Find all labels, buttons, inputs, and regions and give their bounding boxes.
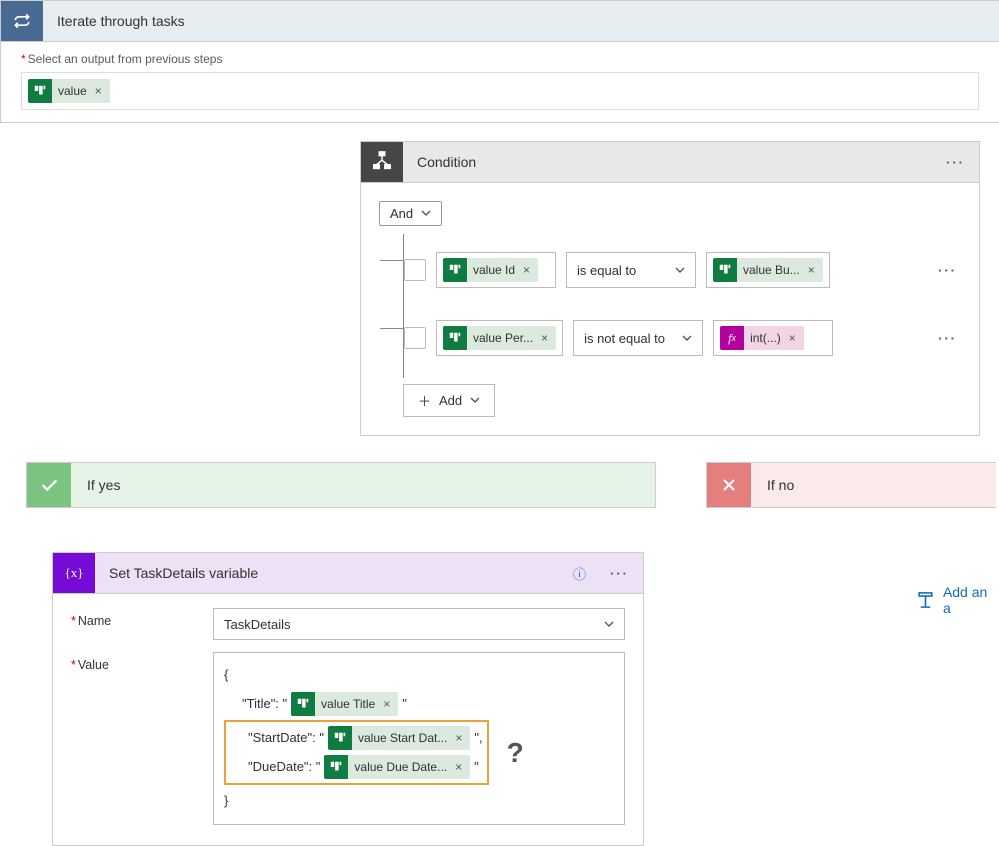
chevron-down-icon <box>470 393 480 408</box>
check-icon <box>27 463 71 507</box>
token-remove[interactable]: × <box>806 263 823 277</box>
left-operand[interactable]: value Per... × <box>436 320 563 356</box>
chevron-down-icon <box>604 617 614 632</box>
token-value-per[interactable]: value Per... × <box>443 326 556 350</box>
help-icon[interactable]: ⓘ <box>563 564 596 583</box>
foreach-title: Iterate through tasks <box>43 13 199 29</box>
name-label: *Name <box>71 608 213 628</box>
token-remove[interactable]: × <box>453 754 470 780</box>
token-remove[interactable]: × <box>93 84 110 98</box>
variable-name-select[interactable]: TaskDetails <box>213 608 625 640</box>
plus-icon: ＋ <box>418 391 431 410</box>
token-value-duedate[interactable]: value Due Date... × <box>324 755 470 779</box>
annotation-question: ? <box>507 722 524 784</box>
add-action-icon <box>916 590 935 610</box>
token-remove[interactable]: × <box>453 725 470 751</box>
add-action-link[interactable]: Add an a <box>916 584 996 616</box>
token-remove[interactable]: × <box>787 331 804 345</box>
planner-icon <box>28 79 52 103</box>
operator-select[interactable]: is equal to <box>566 252 696 288</box>
chevron-down-icon <box>421 206 431 221</box>
group-operator-select[interactable]: And <box>379 201 442 226</box>
branch-container: If yes {x} Set TaskDetails variable ⓘ ··… <box>0 462 999 846</box>
fx-icon: fx <box>720 326 744 350</box>
token-value[interactable]: value × <box>28 79 110 103</box>
condition-card: Condition ··· And value Id × <box>360 141 980 436</box>
condition-header[interactable]: Condition ··· <box>361 142 979 183</box>
branch-yes: If yes {x} Set TaskDetails variable ⓘ ··… <box>26 462 656 846</box>
add-condition-button[interactable]: ＋ Add <box>403 384 495 417</box>
loop-icon <box>1 1 43 41</box>
annotation-highlight: "StartDate": " value Start Dat... × ", <box>224 720 489 785</box>
set-variable-title: Set TaskDetails variable <box>95 565 563 581</box>
right-operand[interactable]: value Bu... × <box>706 252 830 288</box>
row-menu[interactable]: ··· <box>938 263 961 278</box>
row-drag-handle[interactable] <box>404 259 426 281</box>
row-drag-handle[interactable] <box>404 327 426 349</box>
chevron-down-icon <box>675 263 685 278</box>
branch-yes-header[interactable]: If yes <box>26 462 656 508</box>
planner-icon <box>443 326 467 350</box>
branch-no: If no Add an a <box>706 462 996 616</box>
planner-icon <box>443 258 467 282</box>
operator-select[interactable]: is not equal to <box>573 320 703 356</box>
token-value-bu[interactable]: value Bu... × <box>713 258 823 282</box>
token-remove[interactable]: × <box>381 691 398 717</box>
close-icon <box>707 463 751 507</box>
token-value-id[interactable]: value Id × <box>443 258 538 282</box>
planner-icon <box>328 726 352 750</box>
planner-icon <box>713 258 737 282</box>
token-remove[interactable]: × <box>521 263 538 277</box>
left-operand[interactable]: value Id × <box>436 252 556 288</box>
token-expression-int[interactable]: fx int(...) × <box>720 326 804 350</box>
variable-value-input[interactable]: { "Title": " value Title × " <box>213 652 625 825</box>
row-menu[interactable]: ··· <box>938 331 961 346</box>
output-label: *Select an output from previous steps <box>21 52 979 66</box>
token-remove[interactable]: × <box>539 331 556 345</box>
variable-icon: {x} <box>53 553 95 593</box>
planner-icon <box>291 692 315 716</box>
condition-row: value Id × is equal to value Bu... × <box>404 242 961 310</box>
condition-title: Condition <box>403 154 932 170</box>
output-token-input[interactable]: value × <box>21 72 979 110</box>
chevron-down-icon <box>682 331 692 346</box>
planner-icon <box>324 755 348 779</box>
set-variable-menu[interactable]: ··· <box>596 566 643 581</box>
foreach-header[interactable]: Iterate through tasks <box>0 0 999 42</box>
condition-row: value Per... × is not equal to fx int(..… <box>404 310 961 378</box>
token-value-title[interactable]: value Title × <box>291 692 398 716</box>
right-operand[interactable]: fx int(...) × <box>713 320 833 356</box>
set-variable-card: {x} Set TaskDetails variable ⓘ ··· *Name… <box>52 552 644 846</box>
foreach-output-section: *Select an output from previous steps va… <box>0 42 999 123</box>
branch-no-header[interactable]: If no <box>706 462 996 508</box>
condition-icon <box>361 142 403 182</box>
value-label: *Value <box>71 652 213 672</box>
set-variable-header[interactable]: {x} Set TaskDetails variable ⓘ ··· <box>53 553 643 594</box>
token-value-startdate[interactable]: value Start Dat... × <box>328 726 470 750</box>
condition-menu[interactable]: ··· <box>932 155 979 170</box>
